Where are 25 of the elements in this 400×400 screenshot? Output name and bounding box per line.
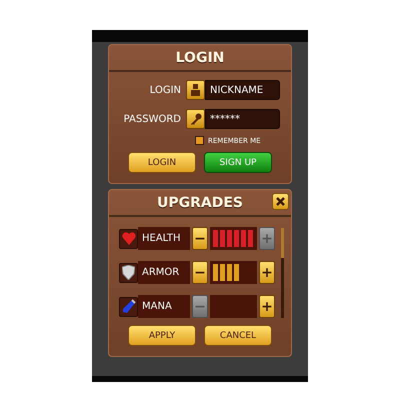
input-field[interactable]: ****** <box>205 109 280 129</box>
stat-label: HEALTH <box>142 233 181 244</box>
input-field[interactable]: NICKNAME <box>205 80 280 100</box>
apply-button[interactable]: APPLY <box>128 325 196 346</box>
cancel-button[interactable]: CANCEL <box>204 325 272 346</box>
plus-button[interactable]: + <box>259 295 275 318</box>
minus-button[interactable]: − <box>192 261 208 284</box>
stat-label: ARMOR <box>142 267 180 278</box>
remember-checkbox[interactable] <box>195 136 204 145</box>
login-button[interactable]: LOGIN <box>128 152 196 173</box>
field-label: LOGIN <box>150 84 181 96</box>
plus-button[interactable]: + <box>259 261 275 284</box>
scroll-bar[interactable] <box>281 228 284 318</box>
stat-bar <box>210 295 257 318</box>
minus-button[interactable]: − <box>192 227 208 250</box>
shield-icon <box>122 265 135 280</box>
close-button[interactable] <box>272 193 289 210</box>
field-label: PASSWORD <box>124 114 181 124</box>
stat-label: MANA <box>142 301 172 312</box>
panel-title: UPGRADES <box>156 194 243 210</box>
heart-icon <box>122 232 136 245</box>
close-icon <box>276 197 285 206</box>
key-icon <box>190 113 202 125</box>
person-icon <box>190 84 201 96</box>
panel-title: LOGIN <box>176 50 224 66</box>
